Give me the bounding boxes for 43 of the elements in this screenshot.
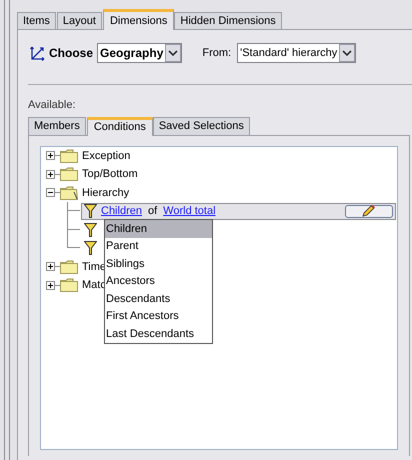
- menu-item[interactable]: Children: [105, 220, 212, 238]
- tab[interactable]: Layout: [56, 12, 102, 29]
- menu-item[interactable]: First Ancestors: [105, 308, 212, 325]
- caret-icon: [165, 44, 182, 62]
- connector-text: of: [148, 204, 158, 219]
- hierarchy-dropdown[interactable]: 'Standard' hierarchy: [237, 43, 356, 63]
- funnel-icon: [84, 204, 97, 218]
- folder-label[interactable]: Top/Bottom: [82, 166, 138, 182]
- expand-icon[interactable]: [46, 170, 55, 179]
- folder-icon: [60, 278, 78, 292]
- tab[interactable]: Members: [28, 117, 86, 134]
- menu-item[interactable]: Last Descendants: [105, 325, 212, 342]
- available-label: Available:: [28, 98, 76, 113]
- expand-icon[interactable]: [46, 262, 55, 272]
- folder-label[interactable]: Matc: [82, 277, 106, 294]
- tab[interactable]: Hidden Dimensions: [174, 12, 282, 29]
- tab[interactable]: Items: [17, 12, 56, 29]
- caret-icon: [339, 44, 356, 62]
- expand-icon[interactable]: [46, 280, 55, 290]
- axes-arrow-icon: [30, 45, 46, 61]
- menu-item[interactable]: Descendants: [105, 290, 212, 308]
- collapse-icon[interactable]: [46, 188, 55, 198]
- tab[interactable]: Conditions: [86, 116, 153, 136]
- tab[interactable]: Dimensions: [102, 9, 174, 30]
- choose-label: Choose: [49, 45, 94, 62]
- pencil-icon: [362, 205, 376, 218]
- function-link[interactable]: Children: [101, 203, 142, 220]
- dimension-dropdown[interactable]: Geography: [97, 43, 182, 63]
- folder-icon: [60, 148, 78, 163]
- folder-label[interactable]: Exception: [82, 148, 130, 164]
- condition-row[interactable]: Children of World total: [81, 202, 396, 220]
- menu-item[interactable]: Ancestors: [105, 272, 212, 290]
- from-label: From:: [202, 46, 232, 61]
- edit-button[interactable]: [345, 204, 393, 218]
- menu-item[interactable]: Siblings: [105, 255, 212, 272]
- expand-icon[interactable]: [46, 151, 55, 160]
- folder-icon: [60, 186, 78, 200]
- folder-label[interactable]: Hierarchy: [82, 184, 130, 201]
- folder-icon: [60, 260, 78, 274]
- folder-icon: [60, 167, 78, 182]
- member-link[interactable]: World total: [163, 203, 216, 220]
- menu-item[interactable]: Parent: [105, 238, 212, 255]
- tab[interactable]: Saved Selections: [152, 117, 250, 134]
